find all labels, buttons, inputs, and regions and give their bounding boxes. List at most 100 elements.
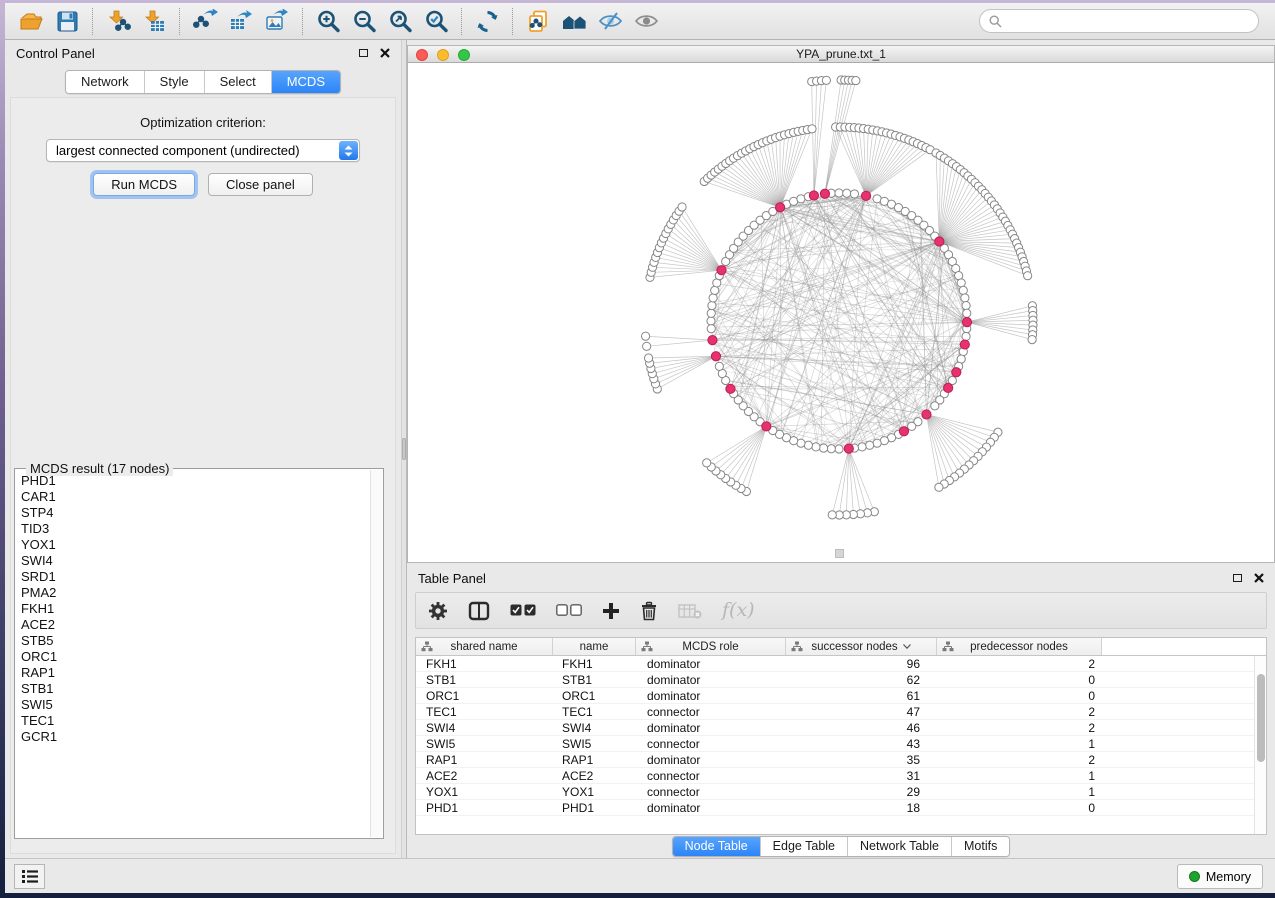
criterion-label: Optimization criterion: xyxy=(11,115,395,130)
select-all-icon[interactable] xyxy=(510,604,536,617)
export-table-icon[interactable] xyxy=(223,6,259,36)
tab-style[interactable]: Style xyxy=(144,71,204,93)
cell: connector xyxy=(636,704,786,719)
import-table-icon[interactable] xyxy=(136,6,172,36)
export-network-icon[interactable] xyxy=(187,6,223,36)
criterion-dropdown[interactable]: largest connected component (undirected) xyxy=(46,139,360,162)
result-node-item[interactable]: RAP1 xyxy=(21,665,370,681)
export-image-icon[interactable] xyxy=(259,6,295,36)
table-tab-edge-table[interactable]: Edge Table xyxy=(760,837,847,856)
splitter-handle[interactable] xyxy=(402,438,406,460)
minimize-window-icon[interactable] xyxy=(437,49,449,61)
result-node-item[interactable]: PHD1 xyxy=(21,473,370,489)
result-node-item[interactable]: CAR1 xyxy=(21,489,370,505)
zoom-out-icon[interactable] xyxy=(346,6,382,36)
maximize-window-icon[interactable] xyxy=(458,49,470,61)
task-history-button[interactable] xyxy=(14,864,45,889)
deselect-all-icon[interactable] xyxy=(556,604,582,617)
network-view-window: YPA_prune.txt_1 xyxy=(407,45,1275,563)
tab-select[interactable]: Select xyxy=(204,71,271,93)
copy-network-icon[interactable] xyxy=(520,6,556,36)
table-tab-node-table[interactable]: Node Table xyxy=(673,837,760,856)
table-tab-network-table[interactable]: Network Table xyxy=(847,837,951,856)
network-view-titlebar[interactable]: YPA_prune.txt_1 xyxy=(408,46,1274,63)
zoom-selected-icon[interactable] xyxy=(418,6,454,36)
refresh-icon[interactable] xyxy=(469,6,505,36)
result-node-item[interactable]: STB5 xyxy=(21,633,370,649)
cell: YOX1 xyxy=(416,784,553,799)
column-header-predecessor-nodes[interactable]: predecessor nodes xyxy=(937,638,1102,655)
table-row[interactable]: FKH1FKH1dominator962 xyxy=(416,656,1266,672)
table-row[interactable]: TEC1TEC1connector472 xyxy=(416,704,1266,720)
cell: YOX1 xyxy=(553,784,636,799)
mcds-result-group: MCDS result (17 nodes) PHD1CAR1STP4TID3Y… xyxy=(14,468,384,839)
memory-button[interactable]: Memory xyxy=(1177,864,1263,889)
toolbar-separator xyxy=(179,8,180,35)
table-row[interactable]: SWI4SWI4dominator462 xyxy=(416,720,1266,736)
tab-network[interactable]: Network xyxy=(66,71,144,93)
delete-row-icon[interactable] xyxy=(640,601,658,621)
table-row[interactable]: YOX1YOX1connector291 xyxy=(416,784,1266,800)
split-collapse-handle[interactable] xyxy=(835,549,844,558)
open-file-icon[interactable] xyxy=(13,6,49,36)
result-node-item[interactable]: YOX1 xyxy=(21,537,370,553)
column-header-MCDS-role[interactable]: MCDS role xyxy=(636,638,786,655)
settings-icon[interactable] xyxy=(428,601,448,621)
table-row[interactable]: PHD1PHD1dominator180 xyxy=(416,800,1266,816)
search-box[interactable] xyxy=(979,9,1259,33)
float-panel-icon[interactable] xyxy=(1233,574,1242,582)
hide-selected-icon[interactable] xyxy=(592,6,628,36)
table-scrollbar[interactable] xyxy=(1254,656,1266,834)
zoom-in-icon[interactable] xyxy=(310,6,346,36)
cell: dominator xyxy=(636,672,786,687)
close-window-icon[interactable] xyxy=(416,49,428,61)
first-neighbors-icon[interactable] xyxy=(556,6,592,36)
result-node-item[interactable]: SWI5 xyxy=(21,697,370,713)
search-input[interactable] xyxy=(1008,13,1249,29)
cell: RAP1 xyxy=(416,752,553,767)
result-node-item[interactable]: ACE2 xyxy=(21,617,370,633)
show-all-icon[interactable] xyxy=(628,6,664,36)
close-panel-button[interactable]: Close panel xyxy=(208,173,313,196)
show-columns-icon[interactable] xyxy=(468,601,490,621)
table-tab-motifs[interactable]: Motifs xyxy=(951,837,1009,856)
cell: 0 xyxy=(937,672,1102,687)
add-row-icon[interactable] xyxy=(602,602,620,620)
result-node-item[interactable]: TEC1 xyxy=(21,713,370,729)
table-row[interactable]: ACE2ACE2connector311 xyxy=(416,768,1266,784)
close-panel-icon[interactable] xyxy=(380,48,390,58)
column-header-shared-name[interactable]: shared name xyxy=(416,638,553,655)
cell: PHD1 xyxy=(553,800,636,815)
cell: SWI4 xyxy=(416,720,553,735)
cell: connector xyxy=(636,768,786,783)
column-header-successor-nodes[interactable]: successor nodes xyxy=(786,638,937,655)
table-row[interactable]: SWI5SWI5connector431 xyxy=(416,736,1266,752)
network-canvas[interactable] xyxy=(408,63,1274,562)
zoom-fit-icon[interactable] xyxy=(382,6,418,36)
result-node-item[interactable]: PMA2 xyxy=(21,585,370,601)
result-node-item[interactable]: GCR1 xyxy=(21,729,370,745)
cell: 0 xyxy=(937,800,1102,815)
result-node-item[interactable]: STP4 xyxy=(21,505,370,521)
run-mcds-button[interactable]: Run MCDS xyxy=(93,173,195,196)
float-panel-icon[interactable] xyxy=(359,49,368,57)
table-row[interactable]: ORC1ORC1dominator610 xyxy=(416,688,1266,704)
control-panel-title: Control Panel xyxy=(16,46,95,61)
result-node-item[interactable]: FKH1 xyxy=(21,601,370,617)
result-node-item[interactable]: ORC1 xyxy=(21,649,370,665)
save-session-icon[interactable] xyxy=(49,6,85,36)
result-scrollbar[interactable] xyxy=(370,470,382,837)
result-node-item[interactable]: SWI4 xyxy=(21,553,370,569)
column-header-name[interactable]: name xyxy=(553,638,636,655)
table-row[interactable]: RAP1RAP1dominator352 xyxy=(416,752,1266,768)
close-panel-icon[interactable] xyxy=(1254,573,1264,583)
import-network-icon[interactable] xyxy=(100,6,136,36)
table-row[interactable]: STB1STB1dominator620 xyxy=(416,672,1266,688)
result-node-item[interactable]: STB1 xyxy=(21,681,370,697)
result-node-item[interactable]: SRD1 xyxy=(21,569,370,585)
table-scrollbar-thumb[interactable] xyxy=(1257,674,1265,762)
result-node-item[interactable]: TID3 xyxy=(21,521,370,537)
tab-mcds[interactable]: MCDS xyxy=(271,71,340,93)
cell: SWI5 xyxy=(416,736,553,751)
table-panel-title: Table Panel xyxy=(418,571,486,586)
